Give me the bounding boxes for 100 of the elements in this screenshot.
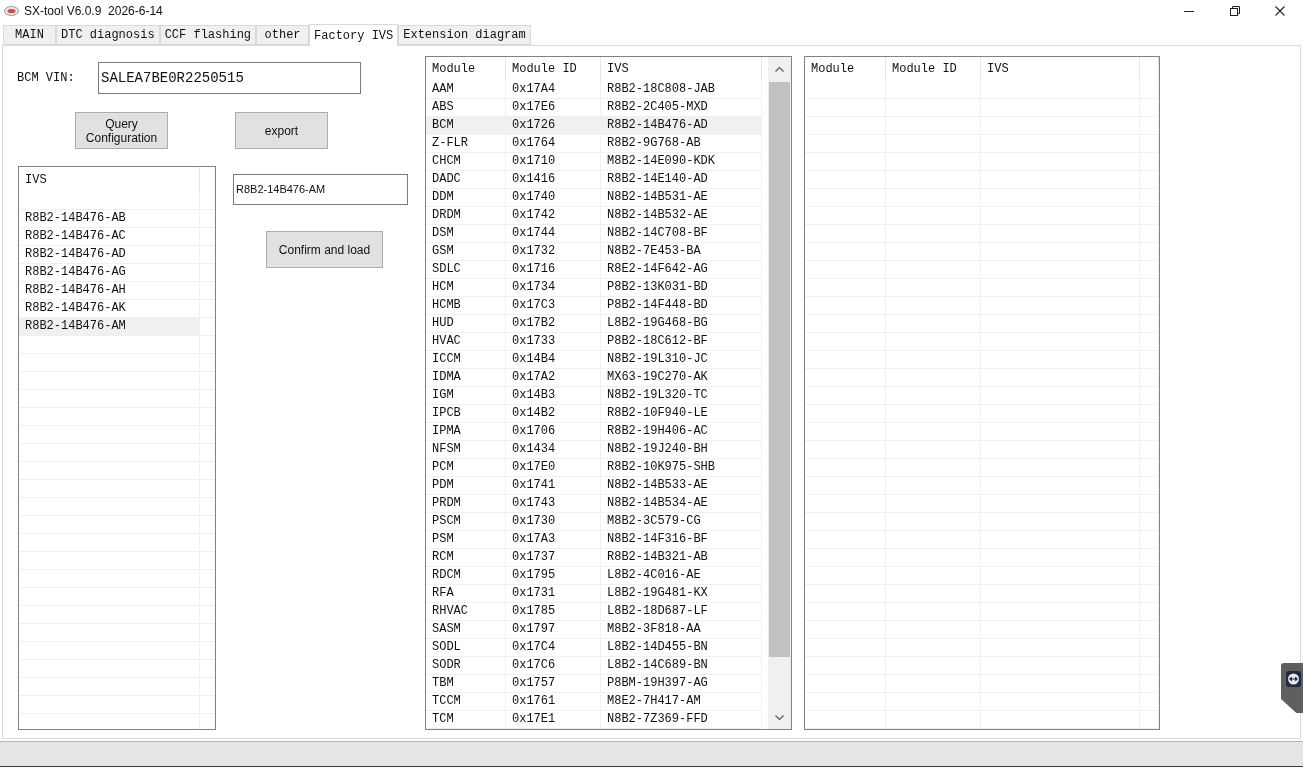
table-cell: R8B2-19H406-AC [601,423,762,440]
table-cell: HVAC [426,333,506,350]
table-cell: L8B2-19G481-KX [601,585,762,602]
table-cell: IDMA [426,369,506,386]
table-cell: R8B2-9G768-AB [601,135,762,152]
table-cell: BCM [426,117,506,134]
table-cell: DADC [426,171,506,188]
table-row[interactable]: HCM 0x1734 P8B2-13K031-BD [426,279,762,297]
table-row[interactable]: IDMA 0x17A2 MX63-19C270-AK [426,369,762,387]
table-row[interactable]: HCMB 0x17C3 P8B2-14F448-BD [426,297,762,315]
table-cell: HCM [426,279,506,296]
table-cell: P8BM-19H397-AG [601,675,762,692]
table-cell: PRDM [426,495,506,512]
table-cell: ICCM [426,351,506,368]
table-row[interactable]: RDCM 0x1795 L8B2-4C016-AE [426,567,762,585]
table-row[interactable]: PSM 0x17A3 N8B2-14F316-BF [426,531,762,549]
table-row[interactable]: NFSM 0x1434 N8B2-19J240-BH [426,441,762,459]
table-row[interactable]: ICCM 0x14B4 N8B2-19L310-JC [426,351,762,369]
table-row[interactable]: AAM 0x17A4 R8B2-18C808-JAB [426,81,762,99]
table-row[interactable]: RHVAC 0x1785 L8B2-18D687-LF [426,603,762,621]
table-row[interactable]: TBM 0x1757 P8BM-19H397-AG [426,675,762,693]
tab[interactable]: Extension diagram [398,25,531,45]
table-cell: M8B2-3C579-CG [601,513,762,530]
table-cell: R8B2-18C808-JAB [601,81,762,98]
table-cell: 0x1434 [506,441,601,458]
table-cell: 0x17A4 [506,81,601,98]
table-row[interactable]: GSM 0x1732 N8B2-7E453-BA [426,243,762,261]
table-row[interactable]: SODR 0x17C6 L8B2-14C689-BN [426,657,762,675]
scrollbar-thumb[interactable] [769,82,790,657]
scrollbar[interactable] [768,57,791,729]
table-cell: HCMB [426,297,506,314]
tab[interactable]: other [256,25,310,45]
table-row[interactable]: PRDM 0x1743 N8B2-14B534-AE [426,495,762,513]
table-cell: 0x1797 [506,621,601,638]
double-arrow-icon [1286,671,1301,687]
table-cell: 0x1744 [506,225,601,242]
table-row[interactable]: TCM 0x17E1 N8B2-7Z369-FFD [426,711,762,729]
table-row[interactable]: SDLC 0x1716 R8E2-14F642-AG [426,261,762,279]
export-button[interactable]: export [235,112,328,149]
tab[interactable]: Factory IVS [309,24,399,46]
table-cell: 0x17E1 [506,711,601,728]
table-cell: SASM [426,621,506,638]
table-cell: SODR [426,657,506,674]
ivs-field[interactable]: R8B2-14B476-AM [233,174,408,205]
tab[interactable]: CCF flashing [159,25,257,45]
table-row[interactable]: BCM 0x1726 R8B2-14B476-AD [426,117,762,135]
table-row[interactable]: RCM 0x1737 R8B2-14B321-AB [426,549,762,567]
table-row[interactable]: DSM 0x1744 N8B2-14C708-BF [426,225,762,243]
table-cell: 0x1734 [506,279,601,296]
table-row[interactable]: DDM 0x1740 N8B2-14B531-AE [426,189,762,207]
table-cell: 0x1743 [506,495,601,512]
table-cell: N8B2-7Z369-FFD [601,711,762,728]
table-cell: R8B2-10F940-LE [601,405,762,422]
table-row[interactable]: IPCB 0x14B2 R8B2-10F940-LE [426,405,762,423]
side-panel-handle[interactable] [1281,663,1303,713]
table-row[interactable]: Z-FLR 0x1764 R8B2-9G768-AB [426,135,762,153]
table-row[interactable]: PCM 0x17E0 R8B2-10K975-SHB [426,459,762,477]
table-cell: 0x14B3 [506,387,601,404]
table-row[interactable]: PDM 0x1741 N8B2-14B533-AE [426,477,762,495]
table-row[interactable]: SODL 0x17C4 L8B2-14D455-BN [426,639,762,657]
chevron-down-icon [775,714,784,720]
table-cell: ABS [426,99,506,116]
chevron-up-icon [775,66,784,72]
table-row[interactable]: IPMA 0x1706 R8B2-19H406-AC [426,423,762,441]
table-cell: 0x1741 [506,477,601,494]
table-row[interactable]: ABS 0x17E6 R8B2-2C405-MXD [426,99,762,117]
table-cell: N8B2-19L310-JC [601,351,762,368]
table-cell: GSM [426,243,506,260]
column-header: IVS [981,57,1140,81]
table-row[interactable]: RFA 0x1731 L8B2-19G481-KX [426,585,762,603]
table-row[interactable]: DRDM 0x1742 N8B2-14B532-AE [426,207,762,225]
table-row[interactable]: IGM 0x14B3 N8B2-19L320-TC [426,387,762,405]
table-row[interactable]: PSCM 0x1730 M8B2-3C579-CG [426,513,762,531]
table-cell: PSM [426,531,506,548]
table-row[interactable]: HUD 0x17B2 L8B2-19G468-BG [426,315,762,333]
table-row[interactable]: HVAC 0x1733 P8B2-18C612-BF [426,333,762,351]
query-configuration-button[interactable]: Query Configuration [75,112,168,149]
table-row[interactable]: DADC 0x1416 R8B2-14E140-AD [426,171,762,189]
table-cell: 0x17A3 [506,531,601,548]
table-cell: PCM [426,459,506,476]
table-cell: N8B2-14F316-BF [601,531,762,548]
minimize-icon [1184,10,1194,12]
table-row[interactable]: SASM 0x1797 M8B2-3F818-AA [426,621,762,639]
tab[interactable]: MAIN [3,25,56,45]
table-cell: M8B2-3F818-AA [601,621,762,638]
table-cell: N8B2-19J240-BH [601,441,762,458]
vin-field[interactable]: SALEA7BE0R2250515 [98,62,361,94]
column-header: Module [805,57,886,81]
list-item[interactable]: R8B2-14B476-AM [19,318,200,335]
table-cell: TCCM [426,693,506,710]
table-cell: TCM [426,711,506,728]
table-cell: R8B2-14B321-AB [601,549,762,566]
table-cell: 0x1757 [506,675,601,692]
table-cell: SODL [426,639,506,656]
confirm-and-load-button[interactable]: Confirm and load [266,231,383,268]
tab[interactable]: DTC diagnosis [56,25,160,45]
table-row[interactable]: TCCM 0x1761 M8E2-7H417-AM [426,693,762,711]
table-cell: IPCB [426,405,506,422]
table-cell: L8B2-19G468-BG [601,315,762,332]
table-row[interactable]: CHCM 0x1710 M8B2-14E090-KDK [426,153,762,171]
